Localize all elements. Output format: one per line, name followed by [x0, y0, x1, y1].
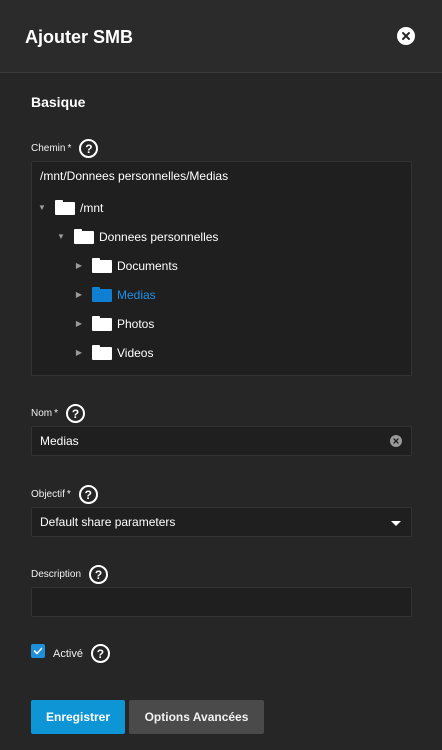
purpose-label: Objectif * ?: [31, 485, 98, 504]
tree-node-medias[interactable]: ▶ Medias: [74, 287, 156, 302]
path-input[interactable]: /mnt/Donnees personnelles/Medias: [31, 161, 412, 191]
tree-node-videos[interactable]: ▶ Videos: [74, 345, 153, 360]
tree-node-label: Donnees personnelles: [99, 229, 219, 244]
folder-icon: [92, 258, 112, 273]
folder-icon: [92, 316, 112, 331]
collapse-toggle-icon[interactable]: ▶: [74, 261, 84, 270]
tree-node-label: Medias: [117, 287, 156, 302]
enabled-label: Activé ?: [53, 644, 110, 663]
help-icon[interactable]: ?: [78, 485, 98, 504]
expand-toggle-icon[interactable]: ▼: [56, 232, 66, 241]
advanced-options-button[interactable]: Options Avancées: [129, 700, 264, 734]
name-label-text: Nom: [31, 408, 53, 419]
help-icon[interactable]: ?: [79, 139, 99, 158]
tree-node-root[interactable]: ▼ /mnt: [37, 200, 103, 215]
required-mark: *: [66, 489, 71, 500]
name-value: Medias: [40, 434, 79, 448]
help-icon[interactable]: ?: [66, 404, 86, 423]
description-label-text: Description: [31, 569, 82, 580]
path-label-text: Chemin: [31, 143, 66, 154]
help-icon[interactable]: ?: [89, 565, 109, 584]
close-icon[interactable]: [397, 27, 415, 45]
description-label: Description ?: [31, 565, 109, 584]
folder-icon: [92, 345, 112, 360]
dialog-title: Ajouter SMB: [25, 27, 133, 47]
purpose-value: Default share parameters: [40, 515, 176, 529]
required-mark: *: [54, 408, 59, 419]
clear-icon[interactable]: [390, 435, 402, 447]
path-tree: ▼ /mnt ▼ Donnees personnelles ▶ Document…: [31, 190, 412, 376]
save-button[interactable]: Enregistrer: [31, 700, 125, 734]
description-input[interactable]: [31, 587, 412, 617]
folder-icon: [55, 200, 75, 215]
collapse-toggle-icon[interactable]: ▶: [74, 290, 84, 299]
path-label: Chemin * ?: [31, 139, 99, 158]
help-icon[interactable]: ?: [90, 644, 110, 663]
tree-node-photos[interactable]: ▶ Photos: [74, 316, 154, 331]
dialog-header: Ajouter SMB: [0, 0, 442, 73]
tree-node-child[interactable]: ▼ Donnees personnelles: [56, 229, 218, 244]
folder-icon: [74, 229, 94, 244]
name-label: Nom * ?: [31, 404, 86, 423]
enabled-checkbox[interactable]: [31, 644, 45, 658]
enabled-label-text: Activé: [53, 647, 83, 660]
tree-node-label: Videos: [117, 345, 154, 360]
purpose-label-text: Objectif: [31, 489, 65, 500]
purpose-select[interactable]: Default share parameters: [31, 507, 412, 537]
tree-node-documents[interactable]: ▶ Documents: [74, 258, 178, 273]
collapse-toggle-icon[interactable]: ▶: [74, 348, 84, 357]
tree-node-label: Documents: [117, 258, 178, 273]
folder-icon: [92, 287, 112, 302]
expand-toggle-icon[interactable]: ▼: [37, 203, 47, 212]
collapse-toggle-icon[interactable]: ▶: [74, 319, 84, 328]
required-mark: *: [67, 143, 72, 154]
tree-node-label: Photos: [117, 316, 155, 331]
dropdown-caret-icon[interactable]: [391, 521, 401, 526]
section-title: Basique: [31, 94, 86, 110]
name-input[interactable]: Medias: [31, 426, 412, 456]
tree-node-label: /mnt: [80, 200, 104, 215]
